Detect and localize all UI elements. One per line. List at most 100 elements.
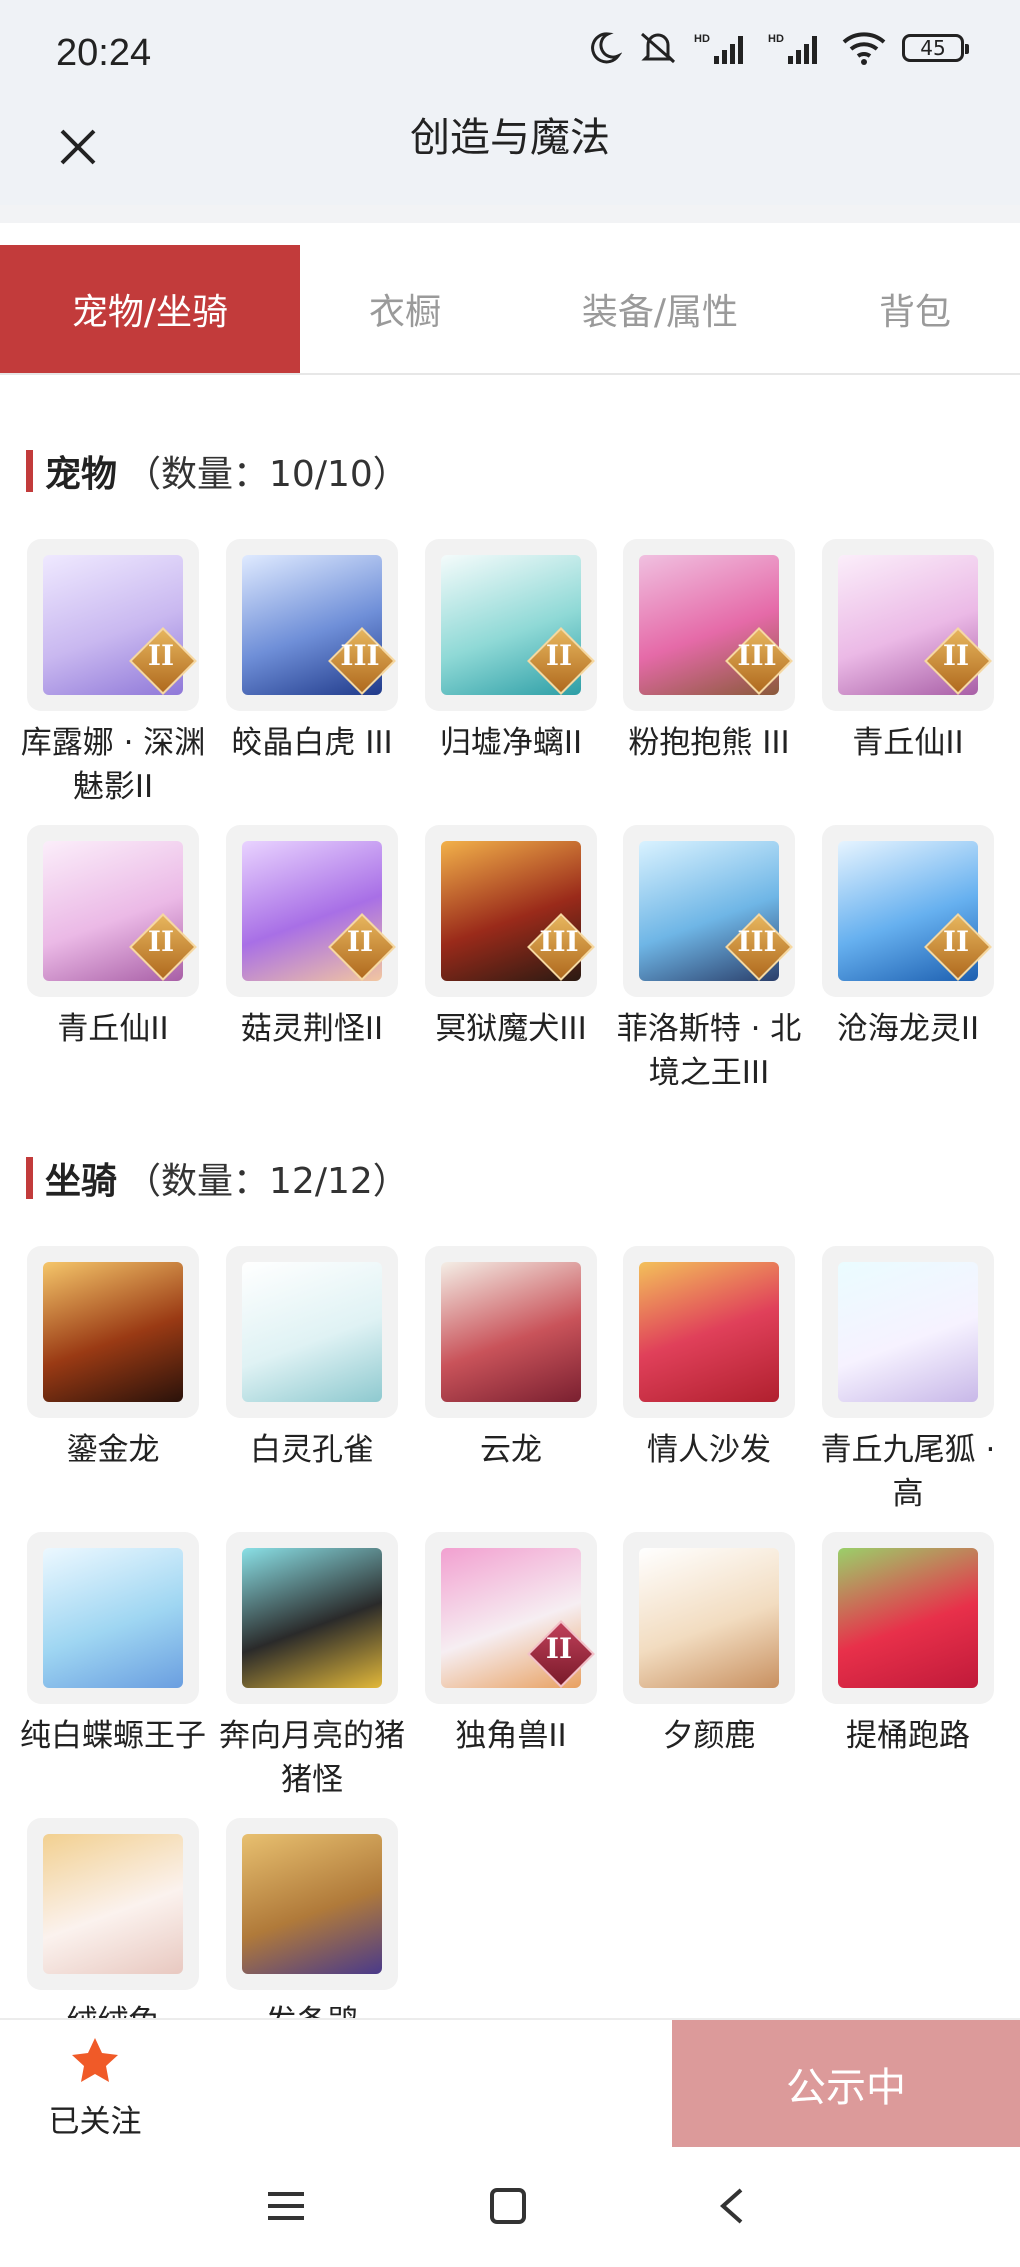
- pet-item[interactable]: II 菇灵荆怪II: [226, 825, 398, 1051]
- mount-thumbnail: [822, 1532, 994, 1704]
- mount-item[interactable]: 云龙: [425, 1246, 597, 1472]
- pet-item[interactable]: II 青丘仙II: [27, 825, 199, 1051]
- tab-backpack[interactable]: 背包: [810, 245, 1020, 373]
- back-button[interactable]: [702, 2176, 762, 2236]
- follow-button[interactable]: 已关注: [40, 2036, 150, 2141]
- pet-name: 归墟净螭II: [439, 725, 583, 761]
- pets-section-title: 宠物 （数量：10/10）: [26, 446, 409, 496]
- mount-item[interactable]: 青丘九尾狐 · 高: [821, 1246, 995, 1516]
- mount-thumbnail: [226, 1246, 398, 1418]
- grade-badge: III: [539, 925, 579, 958]
- star-icon: [72, 2038, 118, 2082]
- header: 创造与魔法: [0, 115, 1020, 205]
- mount-name: 纯白蝶螈王子: [20, 1718, 206, 1754]
- pet-item[interactable]: III 粉抱抱熊 III: [623, 539, 795, 765]
- grade-badge: III: [340, 639, 380, 672]
- moon-icon: [591, 32, 622, 64]
- status-bar: 20:24 HD HD 45: [0, 0, 1020, 115]
- status-time: 20:24: [56, 32, 152, 74]
- mounts-count: （数量：12/12）: [125, 1161, 409, 1202]
- mount-item[interactable]: 鎏金龙: [27, 1246, 199, 1472]
- home-button[interactable]: [478, 2176, 538, 2236]
- mount-item[interactable]: 绒绒兔: [27, 1818, 199, 2044]
- mount-item[interactable]: 白灵孔雀: [226, 1246, 398, 1472]
- pet-item[interactable]: II 库露娜 · 深渊魅影II: [21, 539, 205, 809]
- mount-thumbnail: [27, 1246, 199, 1418]
- grade-badge: II: [346, 925, 374, 958]
- pet-item[interactable]: III 冥狱魔犬III: [425, 825, 597, 1051]
- mount-name: 青丘九尾狐 · 高: [820, 1432, 996, 1512]
- page-title: 创造与魔法: [410, 115, 610, 161]
- pet-item[interactable]: II 沧海龙灵II: [822, 825, 994, 1051]
- mount-name: 奔向月亮的猪猪怪: [219, 1718, 405, 1798]
- grade-badge: II: [147, 639, 175, 672]
- pet-thumbnail: III: [226, 539, 398, 711]
- mount-item[interactable]: II 独角兽II: [425, 1532, 597, 1758]
- pet-item[interactable]: II 青丘仙II: [822, 539, 994, 765]
- pet-name: 青丘仙II: [57, 1011, 169, 1047]
- pet-thumbnail: II: [27, 539, 199, 711]
- mount-name: 提桶跑路: [846, 1718, 970, 1754]
- home-icon: [490, 2188, 526, 2224]
- svg-text:HD: HD: [694, 33, 710, 45]
- grade-badge: II: [545, 639, 573, 672]
- public-notice-button[interactable]: 公示中: [672, 2020, 1020, 2147]
- mount-thumbnail: [623, 1246, 795, 1418]
- pet-thumbnail: III: [425, 825, 597, 997]
- pet-name: 冥狱魔犬III: [435, 1011, 587, 1047]
- pet-thumbnail: II: [27, 825, 199, 997]
- svg-text:HD: HD: [768, 33, 784, 45]
- mount-thumbnail: II: [425, 1532, 597, 1704]
- section-marker: [26, 450, 33, 492]
- mount-thumbnail: [623, 1532, 795, 1704]
- pet-thumbnail: II: [226, 825, 398, 997]
- mount-item[interactable]: 提桶跑路: [822, 1532, 994, 1758]
- pet-name: 粉抱抱熊 III: [628, 725, 790, 761]
- mount-item[interactable]: 发条鸮: [226, 1818, 398, 2044]
- bottom-action-bar: 已关注 公示中: [0, 2018, 1020, 2150]
- pet-thumbnail: II: [425, 539, 597, 711]
- pet-thumbnail: II: [822, 539, 994, 711]
- pet-item[interactable]: III 菲洛斯特 · 北境之王III: [617, 825, 801, 1095]
- mount-item[interactable]: 奔向月亮的猪猪怪: [219, 1532, 405, 1802]
- status-icons: HD HD 45: [586, 30, 969, 66]
- tab-pets-mounts[interactable]: 宠物/坐骑: [0, 245, 300, 373]
- grade-badge: III: [737, 925, 777, 958]
- pet-name: 菲洛斯特 · 北境之王III: [616, 1011, 802, 1091]
- pet-name: 皎晶白虎 III: [231, 725, 393, 761]
- menu-icon: [268, 2192, 304, 2220]
- pet-thumbnail: III: [623, 825, 795, 997]
- mount-name: 独角兽II: [455, 1718, 567, 1754]
- mute-icon: [641, 32, 675, 64]
- pet-name: 青丘仙II: [852, 725, 964, 761]
- mount-item[interactable]: 夕颜鹿: [623, 1532, 795, 1758]
- mount-thumbnail: [822, 1246, 994, 1418]
- section-marker: [26, 1157, 33, 1199]
- tab-wardrobe[interactable]: 衣橱: [300, 245, 510, 373]
- battery-icon: 45: [902, 34, 969, 62]
- mount-item[interactable]: 情人沙发: [623, 1246, 795, 1472]
- pets-count: （数量：10/10）: [125, 454, 409, 495]
- mount-thumbnail: [27, 1818, 199, 1990]
- pet-item[interactable]: III 皎晶白虎 III: [226, 539, 398, 765]
- pet-thumbnail: II: [822, 825, 994, 997]
- mount-item[interactable]: 纯白蝶螈王子: [20, 1532, 206, 1758]
- mount-thumbnail: [226, 1532, 398, 1704]
- tab-equipment[interactable]: 装备/属性: [510, 245, 810, 373]
- pet-name: 菇灵荆怪II: [240, 1011, 384, 1047]
- grade-badge: II: [545, 1632, 573, 1665]
- divider: [0, 205, 1020, 223]
- pet-thumbnail: III: [623, 539, 795, 711]
- mounts-section-title: 坐骑 （数量：12/12）: [26, 1153, 409, 1203]
- back-icon: [719, 2188, 743, 2224]
- mount-thumbnail: [27, 1532, 199, 1704]
- pet-name: 沧海龙灵II: [836, 1011, 980, 1047]
- pet-name: 库露娜 · 深渊魅影II: [20, 725, 206, 805]
- hd-signal-icon: HD: [694, 33, 743, 64]
- hd-signal-icon: HD: [768, 33, 817, 64]
- battery-level: 45: [920, 36, 946, 60]
- pet-item[interactable]: II 归墟净螭II: [425, 539, 597, 765]
- follow-label: 已关注: [48, 2104, 142, 2140]
- menu-button[interactable]: [256, 2176, 316, 2236]
- mount-thumbnail: [425, 1246, 597, 1418]
